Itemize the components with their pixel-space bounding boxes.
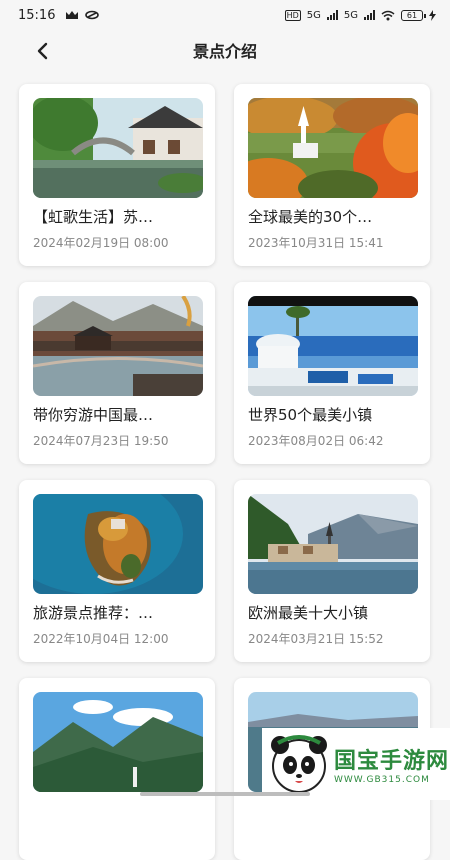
watermark-name: 国宝手游网 [334,749,450,774]
article-date: 2022年10月04日 12:00 [33,632,169,646]
article-thumbnail [33,296,203,396]
signal-icon-2 [364,10,375,20]
watermark-text: 国宝手游网 WWW.GB315.COM [334,743,449,785]
hd-badge: HD [284,9,301,21]
article-card[interactable]: 欧洲最美十大小镇 2024年03月21日 15:52 [234,480,430,662]
watermark-url: WWW.GB315.COM [334,775,430,785]
article-title: 带你穷游中国最… [33,406,154,424]
article-date: 2023年08月02日 06:42 [248,434,384,448]
back-arrow-icon [37,42,48,60]
header: 景点介绍 [0,30,450,70]
status-left: 15:16 [18,7,100,23]
charging-icon [429,9,436,21]
status-right: HD 5G 5G 61 [284,9,436,21]
article-date: 2024年07月23日 19:50 [33,434,169,448]
article-card[interactable]: 世界50个最美小镇 2023年08月02日 06:42 [234,282,430,464]
page-title: 景点介绍 [192,42,257,61]
article-thumbnail [33,692,203,792]
article-title: 旅游景点推荐：… [33,604,154,622]
crown-icon [66,11,79,19]
network-5g-label: 5G [306,9,321,21]
article-card[interactable]: 旅游景点推荐：… 2022年10月04日 12:00 [19,480,215,662]
battery-level: 61 [406,10,418,20]
article-thumbnail [248,296,418,396]
status-time: 15:16 [18,7,56,23]
battery-icon: 61 [401,9,426,21]
article-title: 【虹歌生活】苏… [33,208,154,226]
article-card[interactable]: 【虹歌生活】苏… 2024年02月19日 08:00 [19,84,215,266]
home-indicator[interactable] [140,792,310,796]
article-thumbnail [248,98,418,198]
status-bar: 15:16 HD 5G 5G 61 [0,0,450,30]
article-title: 全球最美的30个… [248,208,373,226]
link-icon [85,10,100,20]
article-title: 欧洲最美十大小镇 [248,604,369,622]
article-date: 2024年03月21日 15:52 [248,632,384,646]
article-card[interactable] [19,678,215,860]
article-card[interactable]: 全球最美的30个… 2023年10月31日 15:41 [234,84,430,266]
network-5g-label-2: 5G [343,9,358,21]
article-date: 2024年02月19日 08:00 [33,236,169,250]
article-date: 2023年10月31日 15:41 [248,236,384,250]
signal-icon [326,10,338,20]
article-thumbnail [248,494,418,594]
article-title: 世界50个最美小镇 [248,406,373,424]
article-thumbnail [33,98,203,198]
notification-icons [65,10,100,20]
article-card[interactable]: 带你穷游中国最… 2024年07月23日 19:50 [19,282,215,464]
panda-logo-icon [271,735,327,793]
wifi-icon [381,10,395,20]
article-thumbnail [33,494,203,594]
watermark: 国宝手游网 WWW.GB315.COM [262,728,450,800]
back-button[interactable] [30,38,56,64]
